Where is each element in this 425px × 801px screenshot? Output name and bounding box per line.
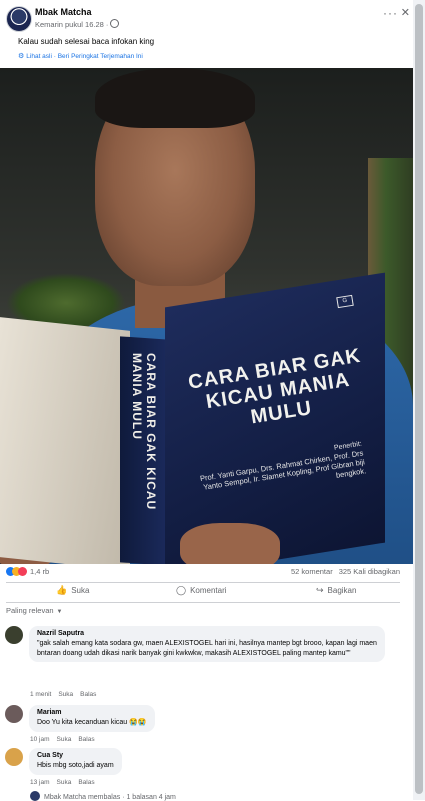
- commenter-name[interactable]: Cua Sty: [37, 752, 114, 759]
- comment-like-link[interactable]: Suka: [57, 736, 72, 743]
- post-header: Mbak Matcha Kemarin pukul 16.28 · ··· ✕: [6, 6, 410, 34]
- comment-button[interactable]: ◯ Komentari: [176, 585, 227, 596]
- comment-like-link[interactable]: Suka: [58, 691, 73, 698]
- comment-icon: ◯: [176, 585, 187, 595]
- comment-bubble: Mariam Doo Yu kita kecanduan kicau 😭😭: [29, 705, 155, 732]
- comment-time[interactable]: 10 jam: [30, 736, 50, 743]
- share-count[interactable]: 325 Kali dibagikan: [339, 567, 400, 576]
- like-label: Suka: [71, 586, 90, 595]
- comment-meta: 1 menit Suka Balas: [30, 691, 103, 698]
- commenter-avatar[interactable]: [5, 626, 23, 644]
- comment-reply-link[interactable]: Balas: [78, 779, 94, 786]
- translation-links[interactable]: ⚙ Lihat asli · Beri Peringkat Terjemahan …: [18, 52, 143, 60]
- comment-text: Doo Yu kita kecanduan kicau 😭😭: [37, 719, 147, 726]
- person-right-hand: [180, 523, 280, 564]
- post-stats: 1,4 rb 52 komentar 325 Kali dibagikan: [6, 567, 400, 581]
- thumbs-up-icon: 👍: [56, 585, 68, 595]
- translation-text[interactable]: Lihat asli · Beri Peringkat Terjemahan I…: [26, 53, 143, 60]
- post-caption: Kalau sudah selesai baca infokan king: [18, 37, 155, 46]
- reaction-count: 1,4 rb: [30, 567, 50, 576]
- love-reaction-icon: [18, 567, 27, 576]
- book-back-cover: [0, 317, 130, 564]
- comment-meta: 13 jam Suka Balas: [30, 779, 102, 786]
- scroll-thumb[interactable]: [415, 4, 423, 794]
- stats-right: 52 komentar 325 Kali dibagikan: [285, 567, 400, 576]
- comment-like-link[interactable]: Suka: [57, 779, 72, 786]
- action-bar: 👍 Suka ◯ Komentari ↪ Bagikan: [6, 583, 400, 603]
- author-avatar[interactable]: [6, 6, 32, 32]
- commenter-avatar[interactable]: [5, 748, 23, 766]
- comment-text: Hbis mbg soto,jadi ayam: [37, 762, 114, 769]
- filter-label: Paling relevan: [6, 606, 54, 615]
- comment-filter-dropdown[interactable]: Paling relevan ▼: [6, 606, 62, 615]
- globe-icon: [110, 19, 120, 28]
- post-time[interactable]: Kemarin pukul 16.28 ·: [35, 19, 120, 29]
- comment-reply-link[interactable]: Balas: [80, 691, 96, 698]
- book-spine-title: CARA BIAR GAK KICAU MANIA MULU: [130, 353, 158, 511]
- share-button[interactable]: ↪ Bagikan: [316, 585, 356, 596]
- comment-label: Komentari: [190, 586, 227, 595]
- reaction-summary[interactable]: 1,4 rb: [6, 567, 49, 576]
- divider: [6, 602, 400, 603]
- scrollbar[interactable]: [413, 0, 425, 800]
- comment-time[interactable]: 13 jam: [30, 779, 50, 786]
- post-time-text: Kemarin pukul 16.28 ·: [35, 20, 109, 29]
- commenter-avatar[interactable]: [5, 705, 23, 723]
- person-hair: [95, 68, 255, 128]
- comment-time[interactable]: 1 menit: [30, 691, 51, 698]
- comment-reply-link[interactable]: Balas: [78, 736, 94, 743]
- more-options-icon[interactable]: ···: [383, 6, 398, 20]
- translate-icon: ⚙: [18, 53, 25, 60]
- chevron-down-icon: ▼: [56, 609, 63, 615]
- comment-bubble: Nazril Saputra "gak salah emang kata sod…: [29, 626, 385, 662]
- post-photo[interactable]: CARA BIAR GAK KICAU MANIA MULU G CARA BI…: [0, 68, 413, 564]
- like-button[interactable]: 👍 Suka: [56, 585, 89, 596]
- commenter-name[interactable]: Mariam: [37, 709, 147, 716]
- comment-count[interactable]: 52 komentar: [291, 567, 333, 576]
- share-icon: ↪: [316, 585, 324, 595]
- commenter-name[interactable]: Nazril Saputra: [37, 630, 377, 637]
- post-author[interactable]: Mbak Matcha: [35, 7, 92, 17]
- share-label: Bagikan: [327, 586, 357, 595]
- comment-text: "gak salah emang kata sodara gw, maen AL…: [37, 640, 377, 657]
- comment-bubble: Cua Sty Hbis mbg soto,jadi ayam: [29, 748, 122, 775]
- close-icon[interactable]: ✕: [401, 6, 410, 19]
- comment-meta: 10 jam Suka Balas: [30, 736, 102, 743]
